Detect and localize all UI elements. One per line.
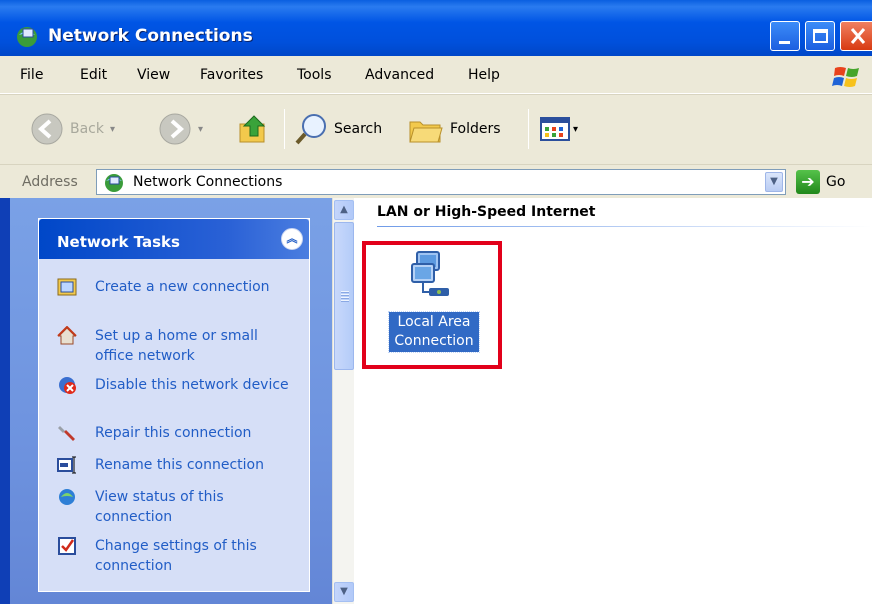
task-label: Rename this connection <box>95 457 264 473</box>
collapse-chevron-icon[interactable]: ︽ <box>281 228 303 250</box>
minimize-icon <box>779 41 790 44</box>
forward-button[interactable]: ▾ <box>158 110 203 148</box>
network-connections-icon <box>105 174 123 192</box>
address-label: Address <box>22 174 78 190</box>
forward-dropdown-icon[interactable]: ▾ <box>198 124 203 135</box>
group-divider <box>377 226 872 227</box>
back-arrow-icon <box>31 113 63 145</box>
address-value: Network Connections <box>133 174 283 190</box>
toolbar: Back ▾ ▾ Search Folders ▾ <box>0 94 872 164</box>
network-tasks-panel: Network Tasks ︽ Create a new connection … <box>38 218 310 592</box>
toolbar-separator <box>528 109 529 149</box>
menu-edit[interactable]: Edit <box>80 67 107 83</box>
settings-icon <box>58 537 76 555</box>
task-label: View status of this connection <box>95 489 224 525</box>
back-label: Back <box>70 121 104 137</box>
address-dropdown-button[interactable]: ▼ <box>765 172 783 192</box>
panel-title: Network Tasks <box>57 233 180 251</box>
menu-view[interactable]: View <box>137 67 170 83</box>
menu-file[interactable]: File <box>20 67 43 83</box>
forward-arrow-icon <box>159 113 191 145</box>
folders-icon <box>409 121 443 143</box>
minimize-button[interactable] <box>770 21 800 51</box>
scroll-up-arrow-icon[interactable]: ▲ <box>334 200 354 220</box>
task-label: Change settings of this connection <box>95 538 257 574</box>
status-icon <box>59 489 75 505</box>
maximize-button[interactable] <box>805 21 835 51</box>
home-network-icon <box>57 326 77 345</box>
folders-button[interactable]: Folders <box>408 110 501 148</box>
disable-device-icon <box>59 377 76 394</box>
task-label: Repair this connection <box>95 425 252 441</box>
toolbar-separator <box>284 109 285 149</box>
views-dropdown-icon[interactable]: ▾ <box>573 124 578 135</box>
folders-label: Folders <box>450 121 501 137</box>
menu-favorites[interactable]: Favorites <box>200 67 263 83</box>
go-label: Go <box>826 174 846 190</box>
search-button[interactable]: Search <box>294 110 382 148</box>
vertical-scrollbar[interactable]: ▲ ▼ <box>332 198 354 604</box>
rename-icon <box>57 456 76 474</box>
menu-tools[interactable]: Tools <box>297 67 332 83</box>
back-dropdown-icon[interactable]: ▾ <box>110 124 115 135</box>
task-label: Create a new connection <box>95 279 270 295</box>
scroll-grip <box>341 291 349 303</box>
menu-bar: File Edit View Favorites Tools Advanced … <box>0 56 872 94</box>
address-bar: Address Network Connections ▼ ➔ Go <box>0 164 872 198</box>
task-pane: Network Tasks ︽ Create a new connection … <box>0 198 332 604</box>
address-field[interactable]: Network Connections ▼ <box>96 169 786 195</box>
views-icon <box>540 117 570 141</box>
go-button[interactable]: ➔ Go <box>796 170 845 194</box>
scroll-down-arrow-icon[interactable]: ▼ <box>334 582 354 602</box>
new-connection-icon <box>57 278 77 296</box>
back-button[interactable]: Back ▾ <box>30 110 115 148</box>
group-header: LAN or High-Speed Internet <box>377 204 596 220</box>
scroll-thumb[interactable] <box>334 222 354 370</box>
go-arrow-icon: ➔ <box>796 170 820 194</box>
window-title: Network Connections <box>48 26 253 46</box>
close-icon <box>850 28 866 44</box>
network-connections-icon <box>17 27 37 47</box>
close-button[interactable] <box>840 21 872 51</box>
task-label: Set up a home or small office network <box>95 328 258 364</box>
maximize-icon <box>813 29 828 43</box>
menu-help[interactable]: Help <box>468 67 500 83</box>
repair-icon <box>58 426 75 441</box>
menu-advanced[interactable]: Advanced <box>365 67 434 83</box>
search-icon <box>295 114 326 145</box>
views-button[interactable]: ▾ <box>540 110 578 148</box>
window-left-border <box>0 198 10 604</box>
up-folder-button[interactable] <box>238 110 270 148</box>
up-folder-icon <box>239 115 266 143</box>
windows-logo-icon <box>832 67 859 87</box>
task-label: Disable this network device <box>95 377 289 393</box>
search-label: Search <box>334 121 383 137</box>
panel-header[interactable]: Network Tasks ︽ <box>39 219 309 259</box>
title-bar: Network Connections <box>0 0 872 56</box>
highlight-annotation <box>362 241 502 369</box>
